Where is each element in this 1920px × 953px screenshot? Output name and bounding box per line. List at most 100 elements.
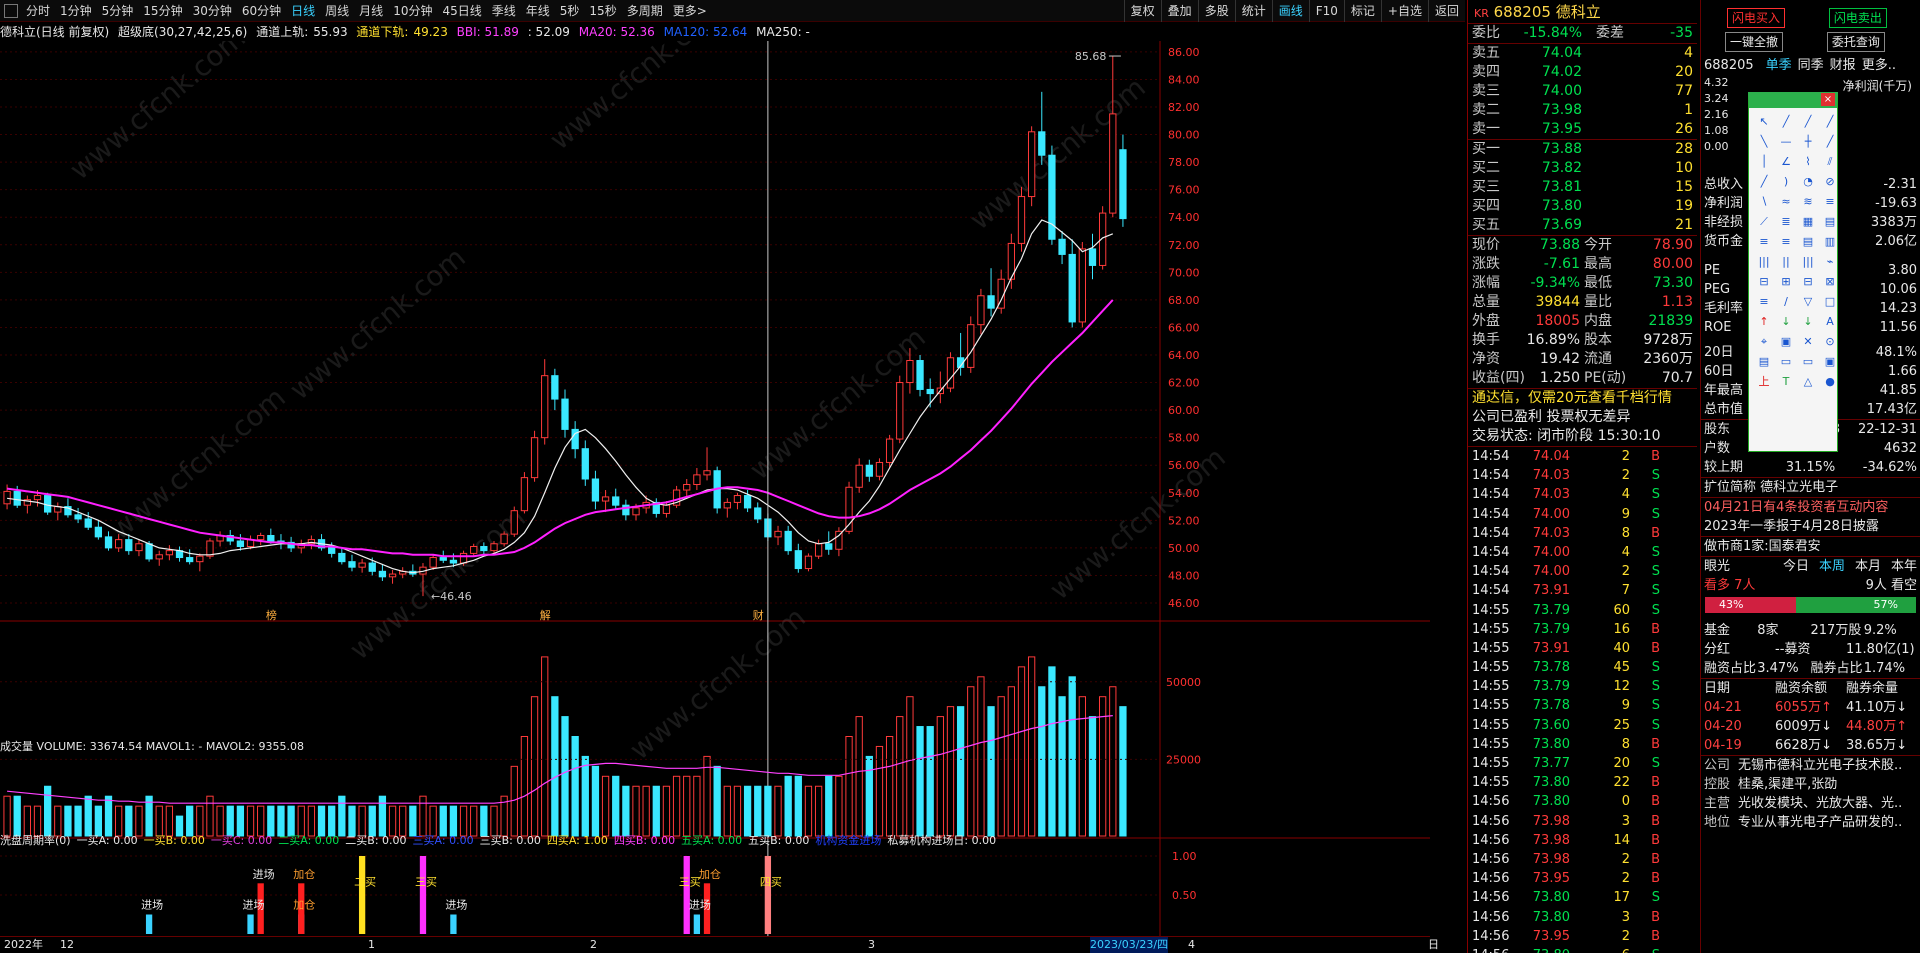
draw-tool-icon[interactable]: ⊙ [1821,334,1839,350]
draw-tool-icon[interactable]: ▽ [1799,294,1817,310]
period-tab[interactable]: 15秒 [584,4,621,18]
draw-tool-icon[interactable]: ▭ [1777,354,1795,370]
draw-tool-icon[interactable]: ▣ [1821,354,1839,370]
period-tab[interactable]: 年线 [521,4,555,18]
period-tab[interactable]: 5秒 [555,4,585,18]
period-tab[interactable]: 多周期 [622,4,668,18]
eye-tab[interactable]: 本年 [1891,559,1917,574]
draw-tool-icon[interactable]: ▭ [1799,354,1817,370]
period-tab[interactable]: 5分钟 [97,4,139,18]
draw-tool-icon[interactable]: ≡ [1755,294,1773,310]
draw-tool-icon[interactable]: □ [1821,294,1839,310]
close-icon[interactable]: × [1821,93,1835,106]
toolbar-button[interactable]: 画线 [1271,0,1309,22]
draw-tool-icon[interactable]: ▤ [1755,354,1773,370]
draw-tool-icon[interactable]: ⫽ [1821,154,1839,170]
draw-tool-icon[interactable]: — [1777,134,1795,150]
draw-tool-icon[interactable]: ≋ [1799,194,1817,210]
draw-tool-icon[interactable]: ╱ [1821,134,1839,150]
toolbar-button[interactable]: 多股 [1197,0,1235,22]
period-tab[interactable]: 日线 [286,4,320,18]
toolbar-button[interactable]: 返回 [1427,0,1465,22]
draw-tool-icon[interactable]: ⌖ [1755,334,1773,350]
draw-tool-icon[interactable]: ∕ [1777,294,1795,310]
draw-tool-icon[interactable]: ⊟ [1755,274,1773,290]
draw-tool-icon[interactable]: ╱ [1777,114,1795,130]
draw-tool-icon[interactable]: T [1777,374,1795,390]
draw-tool-icon[interactable]: ⊘ [1821,174,1839,190]
draw-tool-icon[interactable]: ▤ [1799,234,1817,250]
eye-tab[interactable]: 今日 [1783,559,1809,574]
period-tab[interactable]: 季线 [487,4,521,18]
menu-icon[interactable] [4,3,18,18]
draw-tool-icon[interactable]: ≡ [1777,234,1795,250]
indicator-name[interactable]: 超级底(30,27,42,25,6) [118,25,247,39]
toolbar-button[interactable]: 标记 [1343,0,1381,22]
toolbar-button[interactable]: 复权 [1123,0,1161,22]
draw-tool-icon[interactable]: ● [1821,374,1839,390]
draw-tool-icon[interactable]: ↓ [1799,314,1817,330]
news-link-2[interactable]: 2023年一季报于4月28日披露 [1701,517,1920,536]
eye-tab[interactable]: 本周 [1819,559,1845,574]
period-tab[interactable]: 月线 [354,4,388,18]
fin-tab[interactable]: 更多.. [1862,58,1896,73]
draw-tool-icon[interactable]: A [1821,314,1839,330]
draw-tool-icon[interactable]: ⌁ [1821,254,1839,270]
draw-tool-icon[interactable]: ⊠ [1821,274,1839,290]
period-tab[interactable]: 10分钟 [388,4,437,18]
draw-tool-icon[interactable]: ∠ [1777,154,1795,170]
news-link-1[interactable]: 04月21日有4条投资者互动内容 [1701,498,1920,517]
toolbar-button[interactable]: 统计 [1234,0,1272,22]
drawing-toolbar[interactable]: × ↖ ╱ ╱ ╱ ╲ — ┼ ╱ │ ∠ ⌇ ⫽ ╱) ◔ ⊘ ∖ ≈ ≋ ≡ ⟋ ≣ ▦ ▤ ≡ ≡ ▤ ▥ ||| || ||| ⌁ ⊟… [1748,92,1838,452]
draw-tool-icon[interactable]: || [1777,254,1795,270]
draw-tool-icon[interactable]: ╱ [1821,114,1839,130]
draw-tool-icon[interactable]: ≣ [1777,214,1795,230]
draw-tool-icon[interactable]: ↑ [1755,314,1773,330]
draw-tool-icon[interactable]: ↖ [1755,114,1773,130]
draw-tool-icon[interactable]: ||| [1755,254,1773,270]
period-tab[interactable]: 45日线 [437,4,486,18]
draw-tool-icon[interactable]: ≡ [1821,194,1839,210]
bear-bar[interactable]: 57% [1795,597,1916,613]
period-tab[interactable]: 30分钟 [188,4,237,18]
draw-tool-icon[interactable]: ◔ [1799,174,1817,190]
period-tab[interactable]: 15分钟 [138,4,187,18]
flash-sell-button[interactable]: 闪电卖出 [1828,8,1887,28]
fin-tab[interactable]: 财报 [1830,58,1856,73]
toolbar-button[interactable]: F10 [1308,0,1344,22]
period-tab[interactable]: 1分钟 [55,4,97,18]
bull-bar[interactable]: 43% [1705,597,1796,613]
period-tab[interactable]: 分时 [21,4,55,18]
draw-tool-icon[interactable]: │ [1755,154,1773,170]
draw-tool-icon[interactable]: ⊞ [1777,274,1795,290]
draw-tool-icon[interactable]: ▦ [1799,214,1817,230]
draw-tool-icon[interactable]: ↓ [1777,314,1795,330]
eye-tab[interactable]: 本月 [1855,559,1881,574]
candlestick-chart[interactable]: 86.00 84.00 82.00 80.00 78.00 76.00 74.00 72.00… [0,41,1430,936]
draw-tool-icon[interactable]: ▣ [1777,334,1795,350]
toolbar-button[interactable]: +自选 [1380,0,1428,22]
draw-tool-icon[interactable]: ⟋ [1755,214,1773,230]
draw-tool-icon[interactable]: ≡ [1755,234,1773,250]
entrust-query-button[interactable]: 委托查询 [1826,32,1885,52]
period-tab[interactable]: 更多> [668,4,712,18]
draw-tool-icon[interactable]: △ [1799,374,1817,390]
draw-tool-icon[interactable]: ╲ [1755,134,1773,150]
draw-tool-icon[interactable]: ) [1777,174,1795,190]
draw-tool-icon[interactable]: ≈ [1777,194,1795,210]
period-tab[interactable]: 60分钟 [237,4,286,18]
draw-tool-icon[interactable]: ||| [1799,254,1817,270]
draw-tool-icon[interactable]: 上 [1755,374,1773,390]
draw-tool-icon[interactable]: ⊟ [1799,274,1817,290]
fin-tab[interactable]: 单季 [1766,58,1792,73]
flash-buy-button[interactable]: 闪电买入 [1727,8,1786,28]
draw-tool-icon[interactable]: ┼ [1799,134,1817,150]
draw-tool-icon[interactable]: ⌇ [1799,154,1817,170]
draw-tool-icon[interactable]: ╱ [1755,174,1773,190]
ad-link[interactable]: 通达信，仅需20元查看千档行情 [1468,389,1697,408]
draw-tool-icon[interactable]: ╱ [1799,114,1817,130]
draw-tool-icon[interactable]: ✕ [1799,334,1817,350]
toolbar-button[interactable]: 叠加 [1160,0,1198,22]
draw-tool-icon[interactable]: ▤ [1821,214,1839,230]
draw-tool-icon[interactable]: ∖ [1755,194,1773,210]
